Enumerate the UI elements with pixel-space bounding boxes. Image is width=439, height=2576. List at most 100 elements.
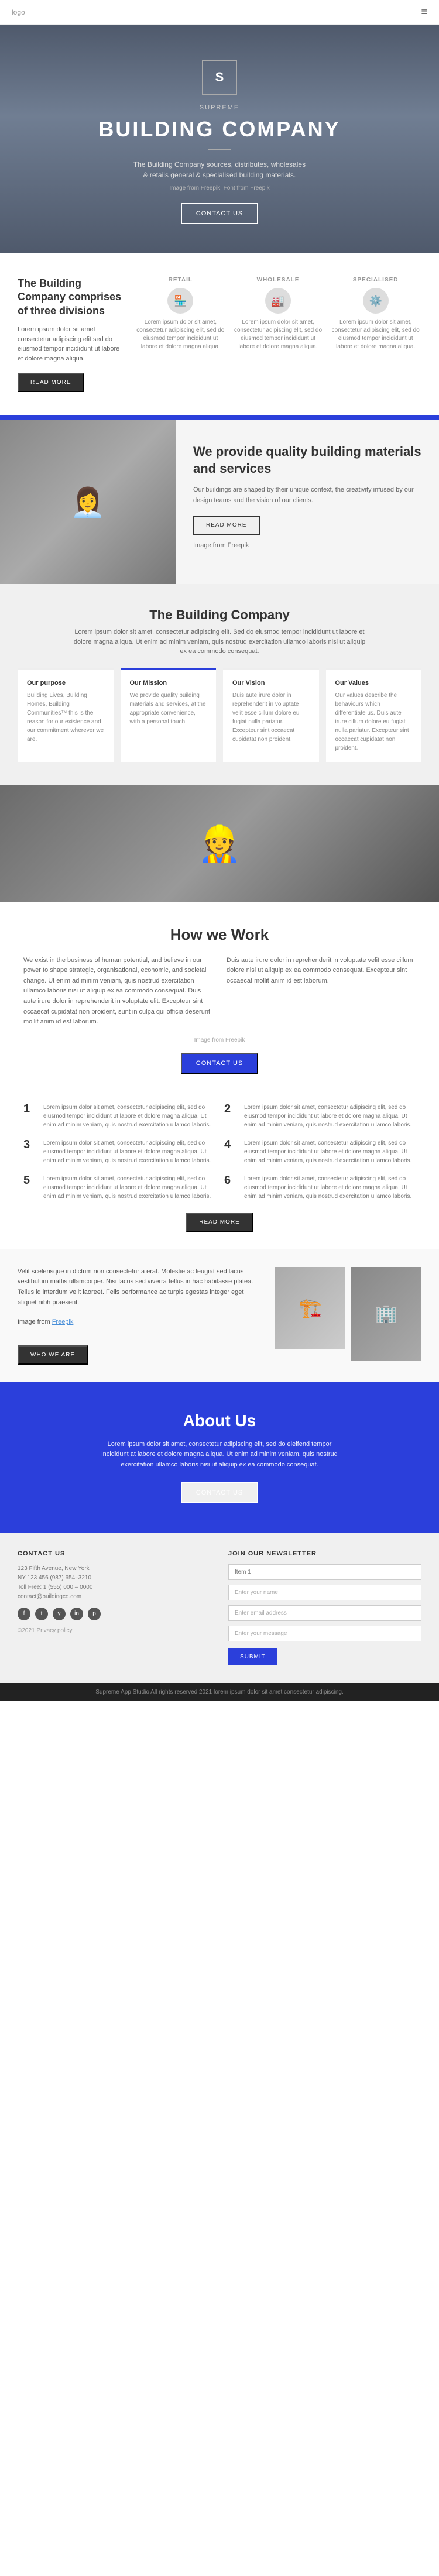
division-retail: RETAIL 🏪 Lorem ipsum dolor sit amet, con…	[135, 277, 227, 392]
item-text-5: Lorem ipsum dolor sit amet, consectetur …	[43, 1174, 215, 1201]
how-work-cols: We exist in the business of human potent…	[23, 956, 416, 1028]
divisions-description: Lorem ipsum dolor sit amet consectetur a…	[18, 325, 123, 363]
newsletter-select[interactable]: Item 1	[228, 1564, 421, 1580]
newsletter-name-input[interactable]	[228, 1585, 421, 1600]
item-text-2: Lorem ipsum dolor sit amet, consectetur …	[244, 1103, 416, 1129]
footer-bottom-text: Supreme App Studio All rights reserved 2…	[95, 1689, 344, 1695]
who-paragraph: Velit scelerisque in dictum non consecte…	[18, 1267, 261, 1308]
who-credit-link[interactable]: Freepik	[52, 1318, 74, 1325]
who-image-1: 🏗️	[275, 1267, 345, 1349]
footer-bottom: Supreme App Studio All rights reserved 2…	[0, 1683, 439, 1701]
how-work-photo: 👷	[0, 785, 439, 902]
social-icons: f t y in p	[18, 1608, 211, 1620]
logo: logo	[12, 8, 25, 16]
who-credit: Image from Freepik	[18, 1317, 261, 1328]
brand-logo: S	[202, 60, 237, 95]
info-col-mission: Our Mission We provide quality building …	[121, 668, 217, 762]
quality-image-credit: Image from Freepik	[193, 541, 421, 551]
about-heading: About Us	[23, 1411, 416, 1430]
youtube-icon[interactable]: y	[53, 1608, 66, 1620]
navigation: logo ≡	[0, 0, 439, 25]
footer-contact-heading: Contact us	[18, 1550, 211, 1557]
item-number-2: 2	[224, 1103, 238, 1129]
numbered-read-more-wrap: READ MORE	[23, 1213, 416, 1232]
newsletter-submit-button[interactable]: SUBMIT	[228, 1648, 277, 1665]
division-specialised-label: SPECIALISED	[330, 277, 421, 283]
hero-content: S SUPREME BUILDING COMPANY The Building …	[12, 60, 427, 224]
how-work-section: 👷 How we Work We exist in the business o…	[0, 785, 439, 1091]
footer-contact-address: 123 Fifth Avenue, New York NY 123 456 (9…	[18, 1564, 211, 1602]
item-number-6: 6	[224, 1174, 238, 1201]
blue-accent-strip	[0, 415, 439, 420]
quality-read-more-button[interactable]: READ MORE	[193, 516, 260, 535]
divisions-cols: RETAIL 🏪 Lorem ipsum dolor sit amet, con…	[135, 277, 421, 392]
who-text: Velit scelerisque in dictum non consecte…	[18, 1267, 261, 1365]
info-col-vision: Our Vision Duis aute irure dolor in repr…	[223, 668, 319, 762]
quality-heading: We provide quality building materials an…	[193, 444, 421, 477]
footer-newsletter: JOIN OUR NEWSLETTER Item 1 SUBMIT	[228, 1550, 421, 1665]
numbered-item-1: 1 Lorem ipsum dolor sit amet, consectetu…	[23, 1103, 215, 1129]
item-number-5: 5	[23, 1174, 37, 1201]
how-work-heading: How we Work	[23, 926, 416, 944]
who-images: 🏗️ 🏢	[275, 1267, 421, 1365]
hero-description: The Building Company sources, distribute…	[132, 159, 307, 180]
footer: Contact us 123 Fifth Avenue, New York NY…	[0, 1533, 439, 1683]
footer-copyright: ©2021 Privacy policy	[18, 1626, 211, 1636]
about-text: Lorem ipsum dolor sit amet, consectetur …	[97, 1440, 342, 1471]
info-col-mission-title: Our Mission	[130, 679, 207, 686]
divisions-heading: The Building Company comprises of three …	[18, 277, 123, 318]
item-text-1: Lorem ipsum dolor sit amet, consectetur …	[43, 1103, 215, 1129]
who-section: Velit scelerisque in dictum non consecte…	[0, 1249, 439, 1382]
division-specialised-text: Lorem ipsum dolor sit amet, consectetur …	[330, 318, 421, 351]
division-retail-icon: 🏪	[167, 288, 193, 314]
how-work-text-1: We exist in the business of human potent…	[23, 956, 212, 1028]
menu-icon[interactable]: ≡	[421, 6, 427, 18]
about-section: About Us Lorem ipsum dolor sit amet, con…	[0, 1382, 439, 1533]
quality-description: Our buildings are shaped by their unique…	[193, 485, 421, 506]
numbered-item-3: 3 Lorem ipsum dolor sit amet, consectetu…	[23, 1139, 215, 1165]
hero-cta-button[interactable]: CONTACT US	[181, 203, 259, 224]
how-work-col-2: Duis aute irure dolor in reprehenderit i…	[227, 956, 416, 1028]
division-retail-text: Lorem ipsum dolor sit amet, consectetur …	[135, 318, 227, 351]
numbered-item-5: 5 Lorem ipsum dolor sit amet, consectetu…	[23, 1174, 215, 1201]
info-col-purpose-text: Building Lives, Building Homes, Building…	[27, 691, 104, 744]
item-number-3: 3	[23, 1139, 37, 1165]
item-text-3: Lorem ipsum dolor sit amet, consectetur …	[43, 1139, 215, 1165]
divisions-intro: The Building Company comprises of three …	[18, 277, 123, 392]
quality-image: 👩‍💼	[0, 420, 176, 584]
numbered-grid: 1 Lorem ipsum dolor sit amet, consectetu…	[23, 1103, 416, 1201]
info-col-purpose: Our purpose Building Lives, Building Hom…	[18, 668, 114, 762]
numbered-item-6: 6 Lorem ipsum dolor sit amet, consectetu…	[224, 1174, 416, 1201]
pinterest-icon[interactable]: p	[88, 1608, 101, 1620]
quality-section: 👩‍💼 We provide quality building material…	[0, 420, 439, 584]
who-image-2: 🏢	[351, 1267, 421, 1361]
who-cta-button[interactable]: WHO WE ARE	[18, 1345, 88, 1365]
newsletter-email-input[interactable]	[228, 1605, 421, 1621]
newsletter-message-input[interactable]	[228, 1626, 421, 1641]
hero-image-credit: Image from Freepik. Font from Freepik	[12, 185, 427, 191]
about-cta-button[interactable]: CONTACT US	[181, 1482, 259, 1503]
building-info-section: The Building Company Lorem ipsum dolor s…	[0, 584, 439, 785]
division-wholesale: WHOLESALE 🏭 Lorem ipsum dolor sit amet, …	[232, 277, 324, 392]
how-work-cta-button[interactable]: CONTACT US	[181, 1053, 259, 1074]
item-number-4: 4	[224, 1139, 238, 1165]
divisions-read-more-button[interactable]: READ MORE	[18, 373, 84, 392]
division-wholesale-label: WHOLESALE	[232, 277, 324, 283]
linkedin-icon[interactable]: in	[70, 1608, 83, 1620]
building-info-cols: Our purpose Building Lives, Building Hom…	[18, 668, 421, 762]
division-wholesale-text: Lorem ipsum dolor sit amet, consectetur …	[232, 318, 324, 351]
twitter-icon[interactable]: t	[35, 1608, 48, 1620]
brand-name: SUPREME	[12, 104, 427, 111]
footer-contact: Contact us 123 Fifth Avenue, New York NY…	[18, 1550, 211, 1665]
newsletter-select-wrap: Item 1	[228, 1564, 421, 1580]
numbered-read-more-button[interactable]: READ MORE	[186, 1213, 253, 1232]
divisions-layout: The Building Company comprises of three …	[18, 277, 421, 392]
building-info-heading: The Building Company	[18, 607, 421, 623]
division-retail-label: RETAIL	[135, 277, 227, 283]
info-col-values-text: Our values describe the behaviours which…	[335, 691, 413, 753]
building-info-intro: Lorem ipsum dolor sit amet, consectetur …	[73, 627, 366, 657]
hero-divider	[208, 149, 231, 150]
info-col-purpose-title: Our purpose	[27, 679, 104, 686]
facebook-icon[interactable]: f	[18, 1608, 30, 1620]
quality-photo: 👩‍💼	[0, 420, 176, 584]
